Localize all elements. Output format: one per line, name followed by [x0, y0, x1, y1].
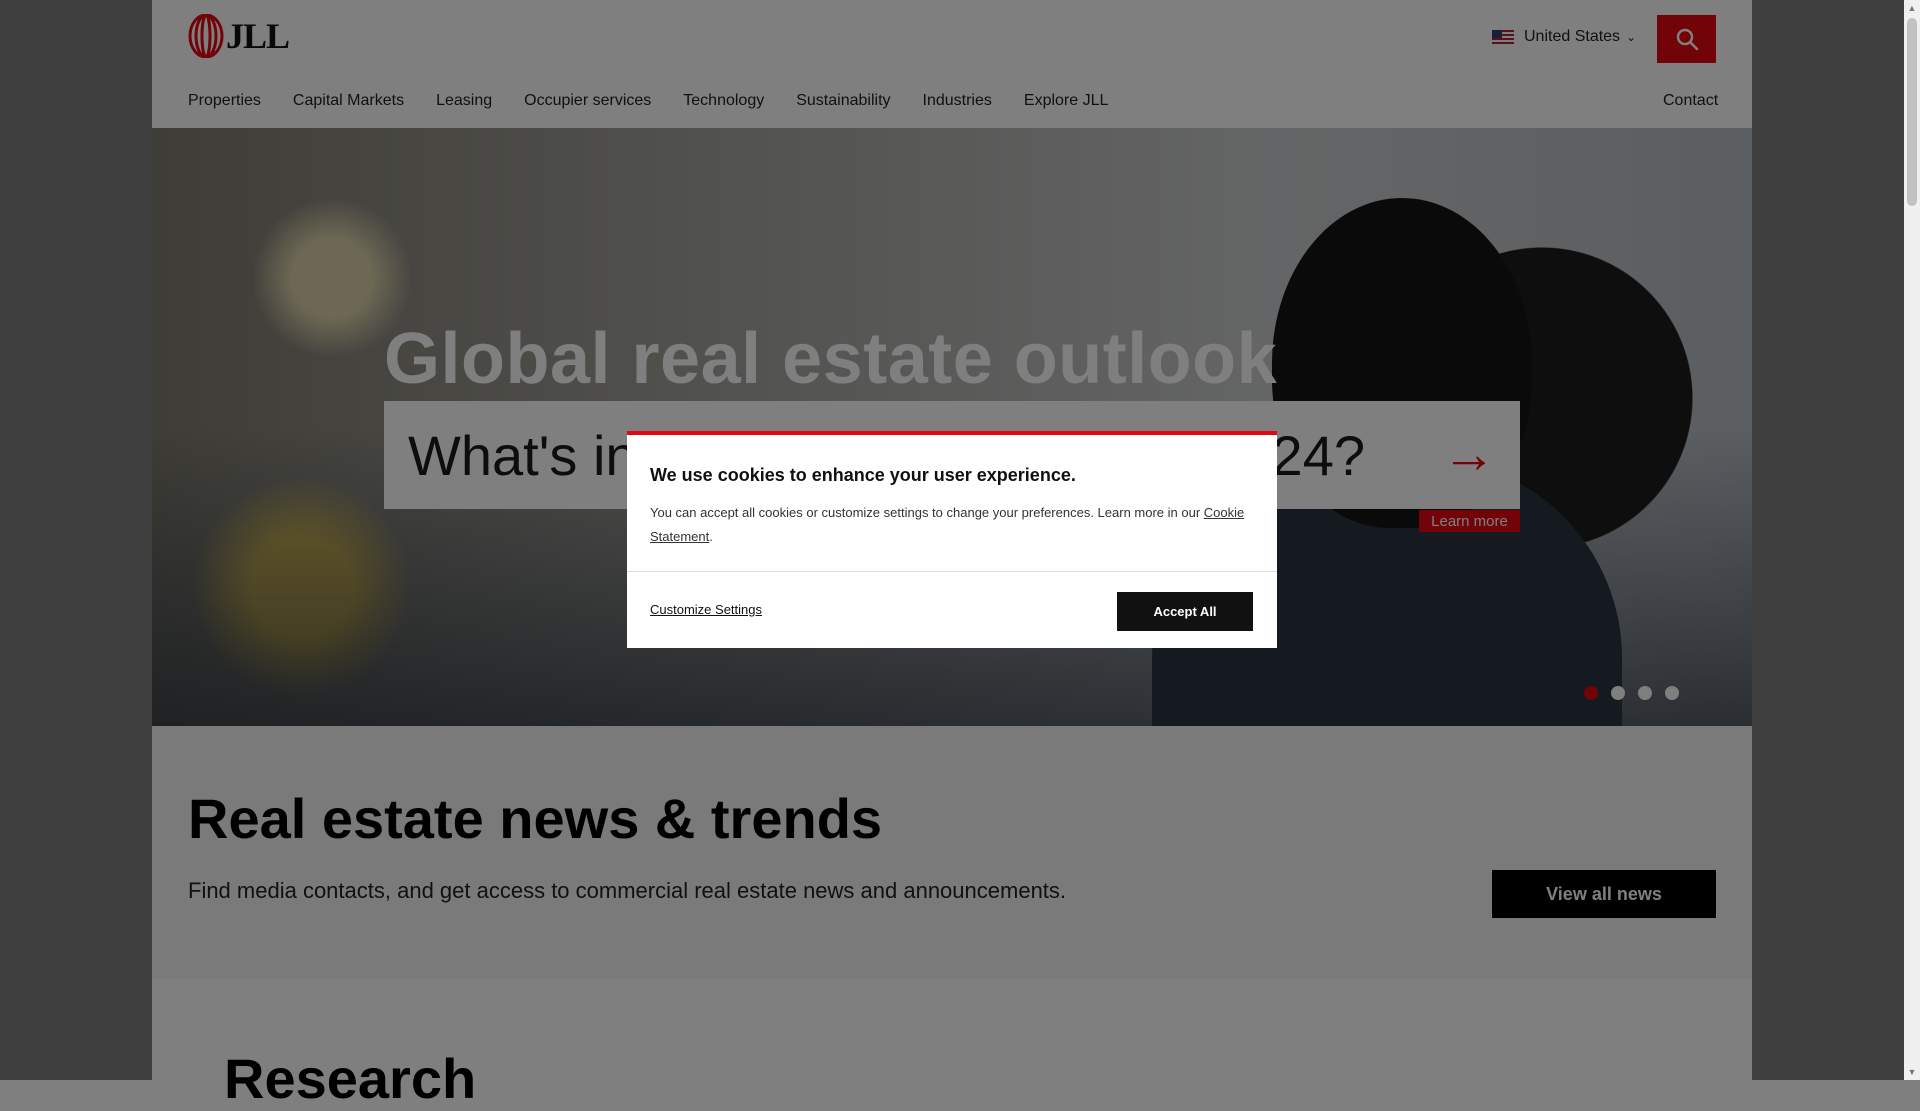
scroll-up-icon[interactable]: ▲	[1904, 0, 1920, 16]
scroll-thumb[interactable]	[1907, 18, 1917, 206]
modal-divider	[627, 571, 1277, 572]
cookie-consent-modal: We use cookies to enhance your user expe…	[627, 431, 1277, 648]
cookie-body-text: You can accept all cookies or customize …	[650, 505, 1204, 520]
accept-all-button[interactable]: Accept All	[1117, 592, 1253, 631]
cookie-modal-title: We use cookies to enhance your user expe…	[650, 465, 1076, 485]
scroll-down-icon[interactable]: ▼	[1904, 1064, 1920, 1080]
customize-settings-link[interactable]: Customize Settings	[650, 602, 762, 617]
cookie-modal-body: You can accept all cookies or customize …	[650, 501, 1250, 549]
cookie-body-end: .	[709, 529, 713, 544]
scrollbar[interactable]: ▲ ▼	[1904, 0, 1920, 1080]
